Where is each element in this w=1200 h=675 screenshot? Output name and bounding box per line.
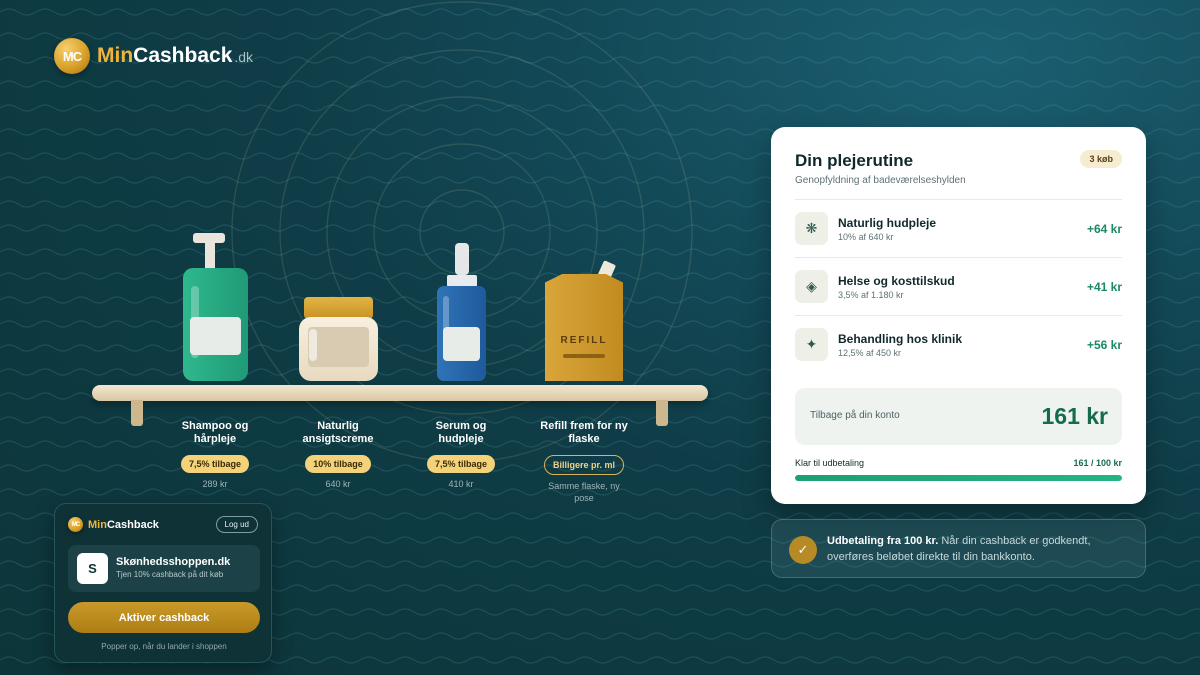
site-logo[interactable]: MC MinCashback .dk: [54, 38, 253, 74]
product-refill[interactable]: Refill frem for ny flaske Billigere pr. …: [529, 420, 639, 504]
card-subtitle: Genopfyldning af badeværelseshylden: [795, 175, 966, 186]
progress-fill: [795, 475, 1122, 481]
shelf: [92, 385, 708, 401]
coin-logo-icon: MC: [68, 517, 83, 532]
payout-progress-bar: [795, 475, 1122, 481]
cashback-badge: 7,5% tilbage: [426, 455, 496, 474]
product-price: 289 kr: [202, 479, 228, 490]
product-serum[interactable]: Serum og hudpleje 7,5% tilbage 410 kr: [406, 420, 516, 491]
coin-logo-icon: MC: [54, 38, 90, 74]
purchase-count-badge: 3 køb: [1080, 150, 1122, 168]
shop-card: S Skønhedsshoppen.dk Tjen 10% cashback p…: [68, 545, 260, 592]
shelf-leg-left: [131, 400, 143, 426]
product-price: Samme flaske, ny pose: [548, 481, 620, 503]
extension-popup: MC MinCashback Log ud S Skønhedsshoppen.…: [54, 503, 272, 663]
list-item[interactable]: ✦ Behandling hos klinik 12,5% af 450 kr …: [795, 316, 1122, 374]
shop-cashback-info: Tjen 10% cashback på dit køb: [116, 570, 224, 579]
logout-button[interactable]: Log ud: [215, 516, 258, 533]
product-name: Refill frem for ny flaske: [540, 420, 628, 446]
activate-cashback-button[interactable]: Aktiver cashback: [68, 602, 260, 633]
row-detail: 3,5% af 1.180 kr: [838, 290, 904, 300]
product-name: Serum og hudpleje: [435, 420, 487, 446]
row-title: Helse og kosttilskud: [838, 274, 955, 288]
price-per-ml-badge: Billigere pr. ml: [543, 455, 625, 476]
row-title: Naturlig hudpleje: [838, 216, 937, 230]
balance-label: Tilbage på din konto: [810, 410, 900, 421]
sparkle-icon: ✦: [795, 328, 828, 361]
row-amount: +64 kr: [1086, 222, 1122, 236]
product-name: Naturlig ansigtscreme: [302, 420, 374, 446]
balance-box: Tilbage på din konto 161 kr: [795, 388, 1122, 445]
product-price: 410 kr: [448, 479, 474, 490]
cashback-badge: 7,5% tilbage: [180, 455, 250, 474]
payout-info-text: Udbetaling fra 100 kr. Når din cashback …: [827, 535, 1091, 563]
payout-label: Klar til udbetaling: [795, 458, 865, 468]
popup-logo: MC MinCashback: [68, 517, 159, 532]
check-icon: ✓: [789, 536, 817, 564]
shop-name: Skønhedsshoppen.dk: [116, 556, 231, 568]
list-item[interactable]: ◈ Helse og kosttilskud 3,5% af 1.180 kr …: [795, 258, 1122, 316]
row-detail: 12,5% af 450 kr: [838, 348, 902, 358]
row-amount: +56 kr: [1086, 338, 1122, 352]
product-face-cream[interactable]: Naturlig ansigtscreme 10% tilbage 640 kr: [283, 420, 393, 491]
flower-icon: ❋: [795, 212, 828, 245]
row-amount: +41 kr: [1086, 280, 1122, 294]
payout-count: 161 / 100 kr: [1073, 458, 1122, 468]
card-title: Din plejerutine: [795, 151, 914, 170]
refill-pouch-label: REFILL: [560, 335, 608, 346]
shop-avatar: S: [77, 553, 108, 584]
cashback-badge: 10% tilbage: [305, 455, 371, 474]
payout-info-box: ✓ Udbetaling fra 100 kr. Når din cashbac…: [771, 519, 1146, 578]
product-price: 640 kr: [325, 479, 351, 490]
popup-footer-note: Popper op, når du lander i shoppen: [101, 642, 227, 651]
logo-wordmark: MinCashback .dk: [97, 44, 254, 67]
row-title: Behandling hos klinik: [838, 332, 963, 346]
shelf-leg-right: [656, 400, 668, 426]
product-shampoo[interactable]: Shampoo og hårpleje 7,5% tilbage 289 kr: [160, 420, 270, 491]
product-name: Shampoo og hårpleje: [181, 420, 249, 446]
row-detail: 10% af 640 kr: [838, 232, 894, 242]
routine-card: Din plejerutine Genopfyldning af badevær…: [771, 127, 1146, 504]
diamond-icon: ◈: [795, 270, 828, 303]
balance-value: 161 kr: [1041, 403, 1108, 429]
list-item[interactable]: ❋ Naturlig hudpleje 10% af 640 kr +64 kr: [795, 200, 1122, 258]
